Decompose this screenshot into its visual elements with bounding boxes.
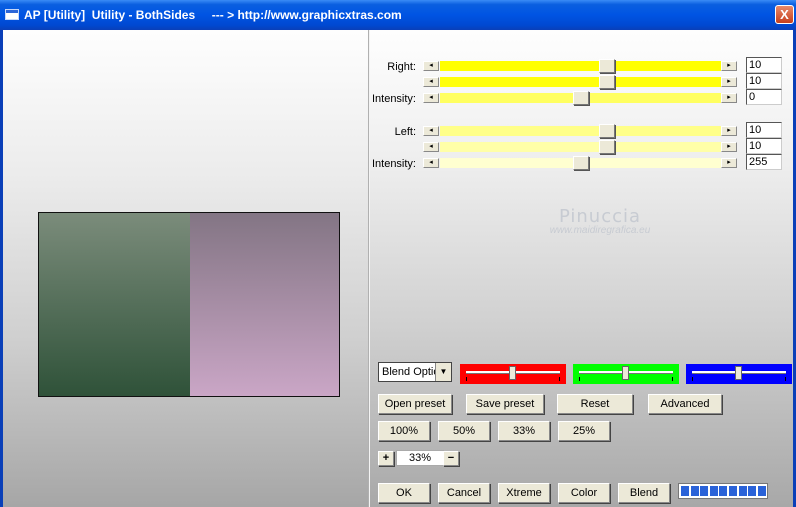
red-channel-slider[interactable] <box>460 364 566 384</box>
green-slider-tick-left <box>579 377 580 381</box>
left-slider-1-thumb[interactable] <box>599 124 615 138</box>
progress-block <box>690 486 699 496</box>
left-slider-1-value[interactable]: 10 <box>746 122 782 138</box>
right-slider-3-left-arrow[interactable]: ◂ <box>423 93 439 103</box>
progress-block <box>729 486 737 496</box>
ok-button[interactable]: OK <box>378 483 430 503</box>
zoom-out-button[interactable]: − <box>443 451 459 466</box>
right-slider-1-right-arrow[interactable]: ▸ <box>721 61 737 71</box>
watermark-name: Pinuccia <box>558 206 642 227</box>
app-icon <box>5 9 19 20</box>
blue-slider-thumb[interactable] <box>735 366 742 380</box>
green-channel-slider[interactable] <box>573 364 679 384</box>
watermark: Pinuccia www.maidiregrafica.eu <box>530 206 670 236</box>
window-title: AP [Utility] Utility - BothSides --- > h… <box>24 8 402 22</box>
progress-block <box>757 486 766 496</box>
zoom-level-field[interactable]: 33% <box>396 450 444 466</box>
left-label: Left: <box>394 126 416 138</box>
blend-button[interactable]: Blend <box>618 483 670 503</box>
left-slider-1-track[interactable] <box>440 124 721 138</box>
preview-right-half <box>190 213 339 396</box>
left-slider-3-value[interactable]: 255 <box>746 154 782 170</box>
reset-button[interactable]: Reset <box>557 394 633 414</box>
right-slider-2-left-arrow[interactable]: ◂ <box>423 77 439 87</box>
xtreme-button[interactable]: Xtreme <box>498 483 550 503</box>
left-slider-2-thumb[interactable] <box>599 140 615 154</box>
blue-slider-tick-right <box>785 377 786 381</box>
red-slider-thumb[interactable] <box>509 366 516 380</box>
left-slider-3-left-arrow[interactable]: ◂ <box>423 158 439 168</box>
right-slider-1-value[interactable]: 10 <box>746 57 782 73</box>
left-slider-2-track[interactable] <box>440 140 721 154</box>
preview-left-half <box>39 213 190 396</box>
left-slider-1-right-arrow[interactable]: ▸ <box>721 126 737 136</box>
left-slider-3-right-arrow[interactable]: ▸ <box>721 158 737 168</box>
right-slider-3-track[interactable] <box>440 91 721 105</box>
left-slider-3-track[interactable] <box>440 156 721 170</box>
zoom-100-button[interactable]: 100% <box>378 421 430 441</box>
right-slider-2-value[interactable]: 10 <box>746 73 782 89</box>
right-slider-1-thumb[interactable] <box>599 59 615 73</box>
progress-block <box>719 486 728 496</box>
right-label: Right: <box>387 61 416 73</box>
green-slider-thumb[interactable] <box>622 366 629 380</box>
zoom-50-button[interactable]: 50% <box>438 421 490 441</box>
right-intensity-label: Intensity: <box>371 93 416 105</box>
preview-image <box>38 212 340 397</box>
preview-pane <box>3 30 368 507</box>
left-intensity-label: Intensity: <box>371 158 416 170</box>
zoom-33-button[interactable]: 33% <box>498 421 550 441</box>
left-slider-2-right-arrow[interactable]: ▸ <box>721 142 737 152</box>
left-slider-1-left-arrow[interactable]: ◂ <box>423 126 439 136</box>
progress-bar <box>678 483 768 499</box>
left-slider-3-thumb[interactable] <box>573 156 589 170</box>
left-slider-2-left-arrow[interactable]: ◂ <box>423 142 439 152</box>
progress-block <box>738 486 747 496</box>
green-slider-tick-right <box>672 377 673 381</box>
red-slider-tick-right <box>559 377 560 381</box>
open-preset-button[interactable]: Open preset <box>378 394 452 414</box>
close-button[interactable]: X <box>775 5 794 24</box>
right-slider-2-right-arrow[interactable]: ▸ <box>721 77 737 87</box>
chevron-down-icon[interactable]: ▼ <box>435 363 451 381</box>
progress-block <box>748 486 757 496</box>
right-slider-3-right-arrow[interactable]: ▸ <box>721 93 737 103</box>
advanced-button[interactable]: Advanced <box>648 394 722 414</box>
progress-block <box>681 486 689 496</box>
red-slider-tick-left <box>466 377 467 381</box>
blend-options-value: Blend Options <box>382 366 436 378</box>
right-slider-3-value[interactable]: 0 <box>746 89 782 105</box>
color-button[interactable]: Color <box>558 483 610 503</box>
title-bar: AP [Utility] Utility - BothSides --- > h… <box>0 0 796 30</box>
blend-options-select[interactable]: Blend Options ▼ <box>378 362 452 382</box>
right-slider-3-thumb[interactable] <box>573 91 589 105</box>
blue-slider-tick-left <box>692 377 693 381</box>
blue-channel-slider[interactable] <box>686 364 792 384</box>
progress-block <box>700 486 709 496</box>
right-slider-2-track[interactable] <box>440 75 721 89</box>
left-slider-2-value[interactable]: 10 <box>746 138 782 154</box>
cancel-button[interactable]: Cancel <box>438 483 490 503</box>
right-slider-2-thumb[interactable] <box>599 75 615 89</box>
zoom-25-button[interactable]: 25% <box>558 421 610 441</box>
right-slider-1-left-arrow[interactable]: ◂ <box>423 61 439 71</box>
right-slider-1-track[interactable] <box>440 59 721 73</box>
watermark-url: www.maidiregrafica.eu <box>549 225 651 236</box>
zoom-in-button[interactable]: + <box>378 451 394 466</box>
progress-block <box>709 486 718 496</box>
save-preset-button[interactable]: Save preset <box>466 394 544 414</box>
